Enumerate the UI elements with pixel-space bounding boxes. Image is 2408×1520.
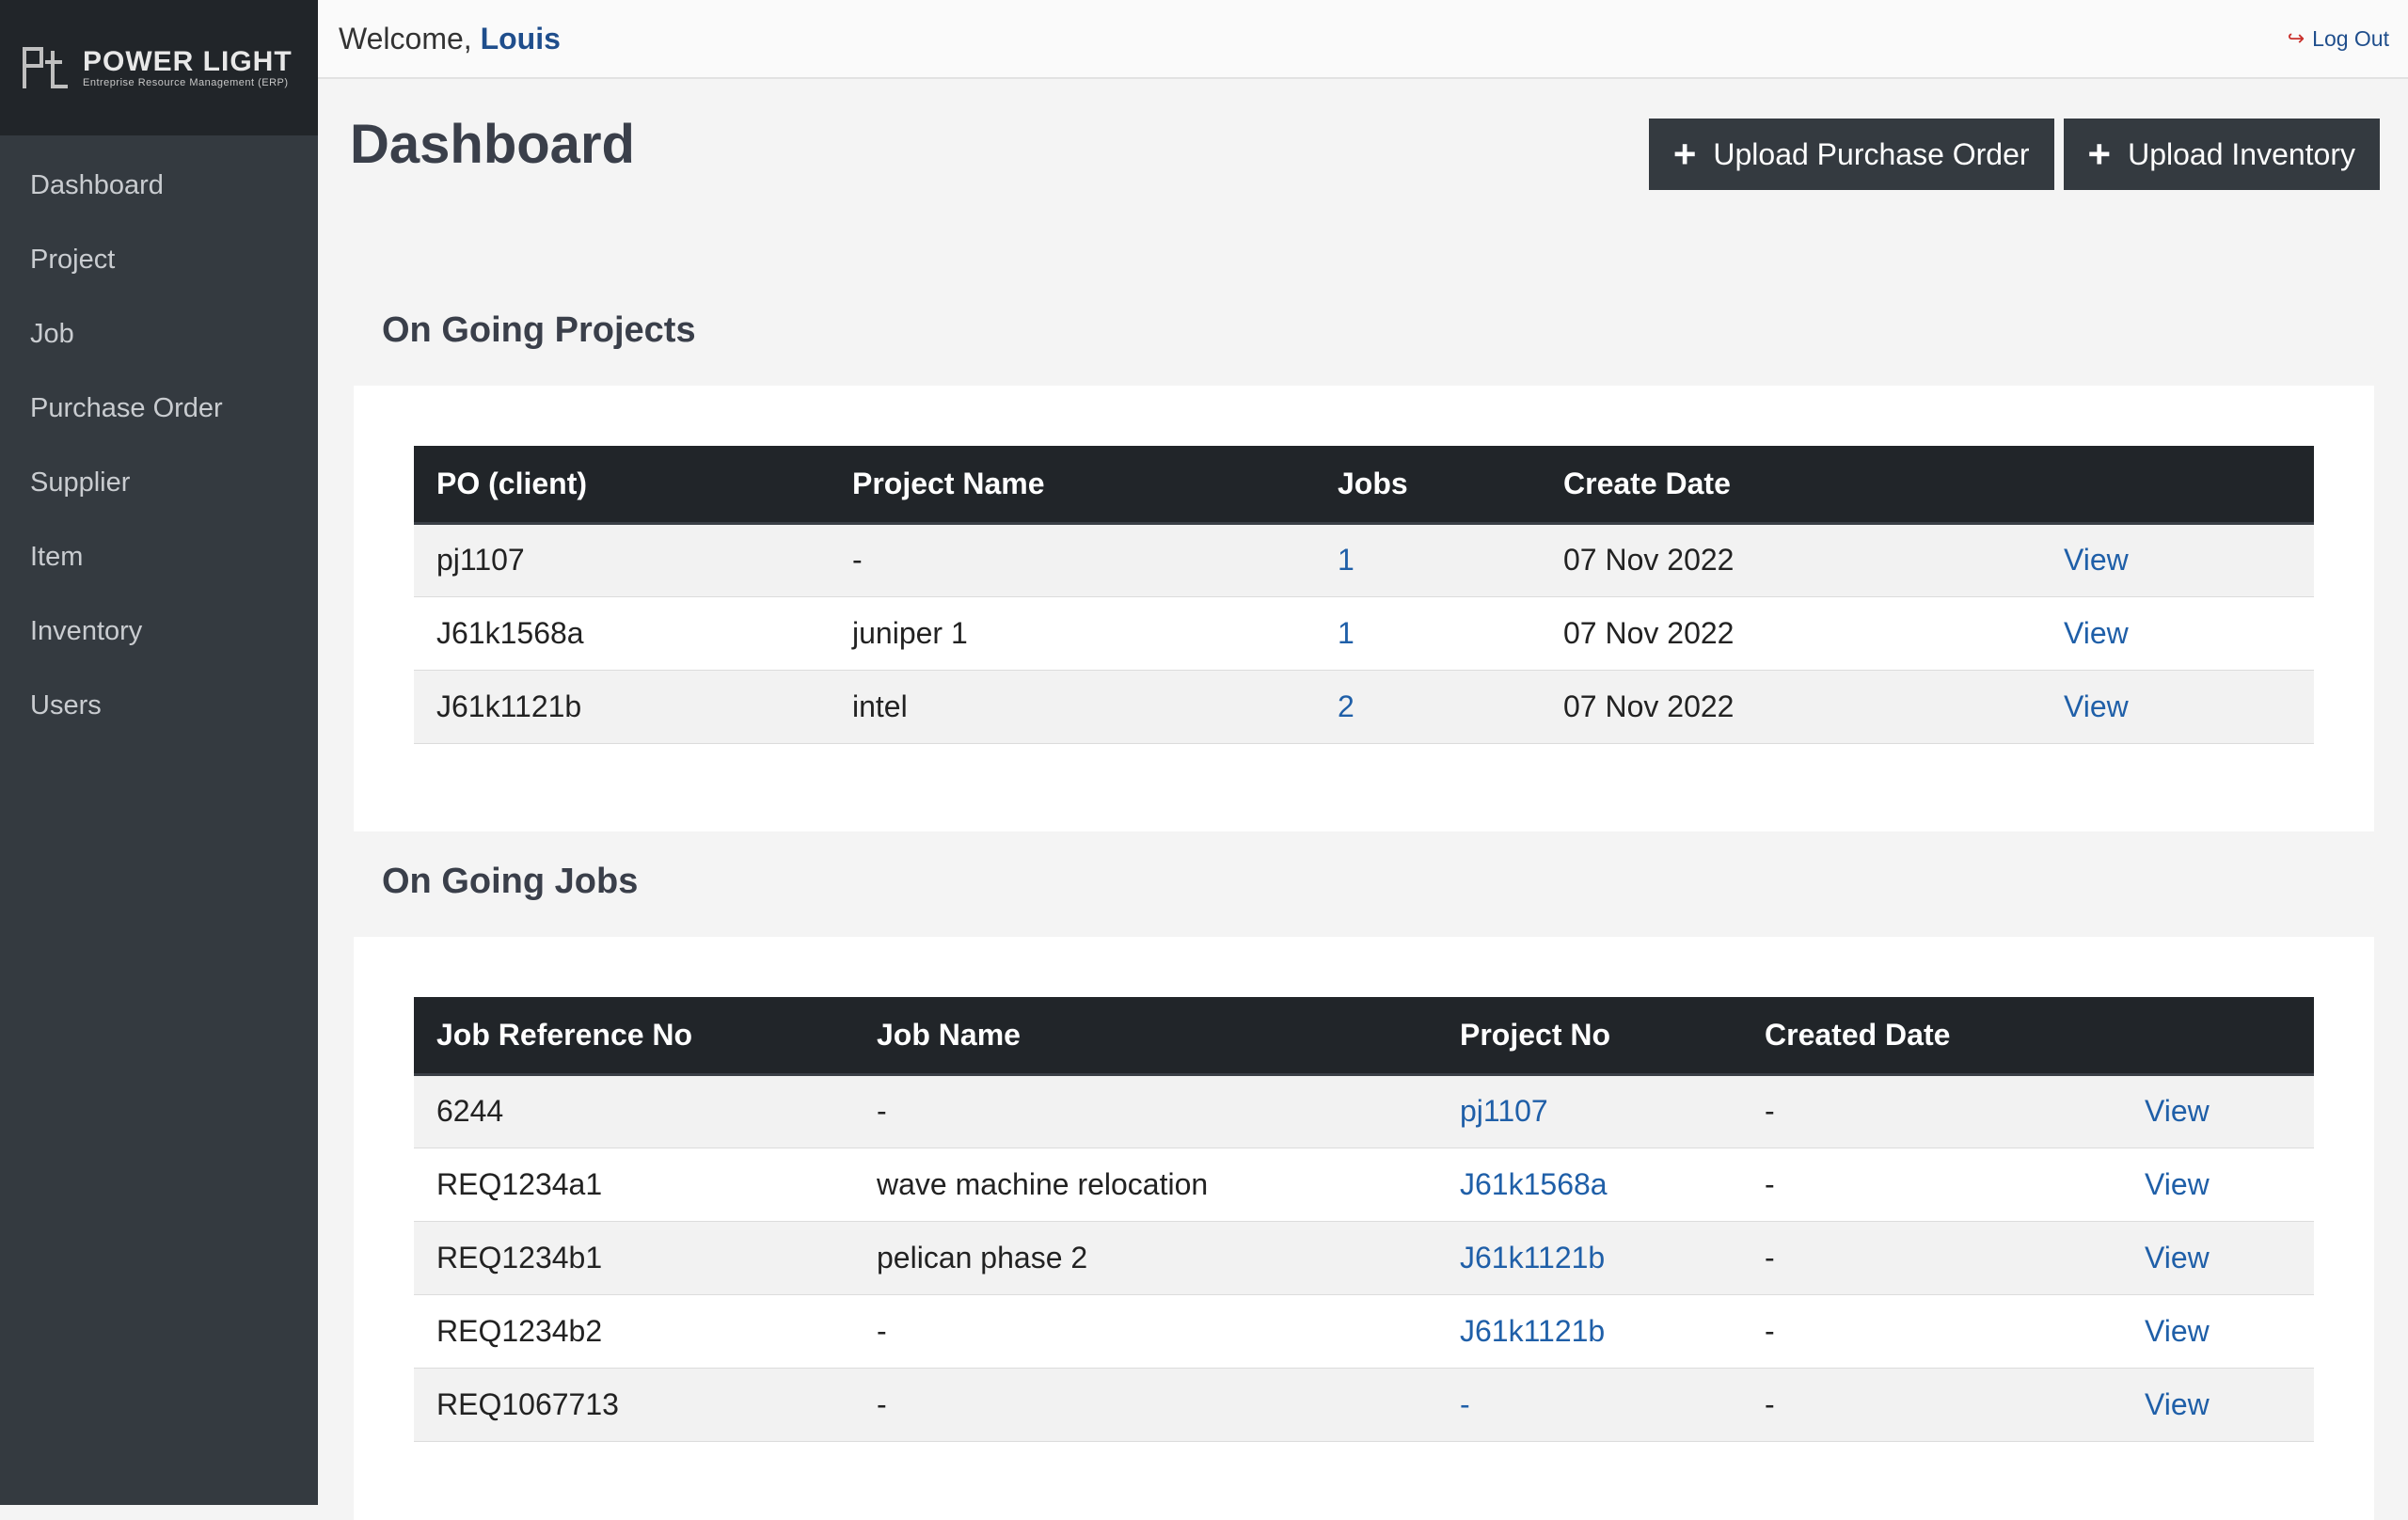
column-header: Project Name xyxy=(830,446,1315,523)
page-actions: + Upload Purchase Order + Upload Invento… xyxy=(1649,119,2380,190)
main-content: Dashboard + Upload Purchase Order + Uplo… xyxy=(318,81,2408,1505)
job-ref-cell: 6244 xyxy=(414,1074,854,1148)
view-link[interactable]: View xyxy=(2122,1221,2314,1294)
page-title: Dashboard xyxy=(350,113,635,176)
jobs-count-link[interactable]: 1 xyxy=(1315,523,1541,596)
project-no-link[interactable]: J61k1121b xyxy=(1437,1221,1742,1294)
table-row: 6244 - pj1107 - View xyxy=(414,1074,2314,1148)
jobs-panel: Job Reference No Job Name Project No Cre… xyxy=(354,937,2374,1520)
table-row: J61k1121b intel 2 07 Nov 2022 View xyxy=(414,670,2314,743)
top-bar: Welcome, Louis ↪ Log Out xyxy=(318,0,2408,79)
table-row: pj1107 - 1 07 Nov 2022 View xyxy=(414,523,2314,596)
brand-subtitle: Entreprise Resource Management (ERP) xyxy=(83,77,293,88)
sign-out-icon: ↪ xyxy=(2288,26,2305,51)
table-row: REQ1067713 - - - View xyxy=(414,1368,2314,1441)
sidebar-item-job[interactable]: Job xyxy=(0,297,318,372)
table-row: REQ1234a1 wave machine relocation J61k15… xyxy=(414,1148,2314,1221)
job-name-cell: - xyxy=(854,1294,1437,1368)
view-link[interactable]: View xyxy=(2041,523,2314,596)
logout-link[interactable]: ↪ Log Out xyxy=(2288,26,2389,52)
projects-section-title: On Going Projects xyxy=(382,310,696,351)
projects-table: PO (client) Project Name Jobs Create Dat… xyxy=(414,446,2314,744)
created-date-cell: - xyxy=(1742,1368,2122,1441)
sidebar-item-dashboard[interactable]: Dashboard xyxy=(0,149,318,223)
sidebar-item-item[interactable]: Item xyxy=(0,520,318,594)
job-ref-cell: REQ1067713 xyxy=(414,1368,854,1441)
brand[interactable]: POWER LIGHT Entreprise Resource Manageme… xyxy=(0,0,318,135)
project-no-link[interactable]: pj1107 xyxy=(1437,1074,1742,1148)
sidebar: POWER LIGHT Entreprise Resource Manageme… xyxy=(0,0,318,1505)
project-name-cell: - xyxy=(830,523,1315,596)
project-name-cell: juniper 1 xyxy=(830,596,1315,670)
po-cell: J61k1568a xyxy=(414,596,830,670)
projects-panel: PO (client) Project Name Jobs Create Dat… xyxy=(354,386,2374,831)
welcome-prefix: Welcome, xyxy=(339,22,481,55)
job-name-cell: wave machine relocation xyxy=(854,1148,1437,1221)
create-date-cell: 07 Nov 2022 xyxy=(1541,523,2041,596)
column-header xyxy=(2041,446,2314,523)
sidebar-item-project[interactable]: Project xyxy=(0,223,318,297)
job-name-cell: - xyxy=(854,1074,1437,1148)
upload-purchase-order-label: Upload Purchase Order xyxy=(1713,137,2029,172)
job-ref-cell: REQ1234a1 xyxy=(414,1148,854,1221)
created-date-cell: - xyxy=(1742,1294,2122,1368)
jobs-count-link[interactable]: 2 xyxy=(1315,670,1541,743)
sidebar-item-inventory[interactable]: Inventory xyxy=(0,594,318,669)
column-header: Job Name xyxy=(854,997,1437,1074)
project-name-cell: intel xyxy=(830,670,1315,743)
created-date-cell: - xyxy=(1742,1074,2122,1148)
job-name-cell: - xyxy=(854,1368,1437,1441)
table-header-row: PO (client) Project Name Jobs Create Dat… xyxy=(414,446,2314,523)
brand-logo-icon xyxy=(21,43,71,92)
table-row: REQ1234b2 - J61k1121b - View xyxy=(414,1294,2314,1368)
view-link[interactable]: View xyxy=(2041,670,2314,743)
create-date-cell: 07 Nov 2022 xyxy=(1541,670,2041,743)
table-header-row: Job Reference No Job Name Project No Cre… xyxy=(414,997,2314,1074)
jobs-count-link[interactable]: 1 xyxy=(1315,596,1541,670)
column-header: Jobs xyxy=(1315,446,1541,523)
column-header: Job Reference No xyxy=(414,997,854,1074)
created-date-cell: - xyxy=(1742,1148,2122,1221)
po-cell: pj1107 xyxy=(414,523,830,596)
table-row: J61k1568a juniper 1 1 07 Nov 2022 View xyxy=(414,596,2314,670)
column-header: PO (client) xyxy=(414,446,830,523)
job-ref-cell: REQ1234b1 xyxy=(414,1221,854,1294)
welcome-message: Welcome, Louis xyxy=(339,22,561,56)
po-cell: J61k1121b xyxy=(414,670,830,743)
created-date-cell: - xyxy=(1742,1221,2122,1294)
view-link[interactable]: View xyxy=(2122,1148,2314,1221)
view-link[interactable]: View xyxy=(2122,1368,2314,1441)
user-name[interactable]: Louis xyxy=(481,22,561,55)
sidebar-item-purchase-order[interactable]: Purchase Order xyxy=(0,372,318,446)
column-header: Project No xyxy=(1437,997,1742,1074)
logout-label: Log Out xyxy=(2312,26,2389,52)
table-row: REQ1234b1 pelican phase 2 J61k1121b - Vi… xyxy=(414,1221,2314,1294)
upload-inventory-label: Upload Inventory xyxy=(2128,137,2355,172)
plus-icon: + xyxy=(2088,135,2112,174)
job-name-cell: pelican phase 2 xyxy=(854,1221,1437,1294)
create-date-cell: 07 Nov 2022 xyxy=(1541,596,2041,670)
plus-icon: + xyxy=(1673,135,1697,174)
jobs-section-title: On Going Jobs xyxy=(382,862,638,902)
sidebar-nav: Dashboard Project Job Purchase Order Sup… xyxy=(0,135,318,743)
jobs-table: Job Reference No Job Name Project No Cre… xyxy=(414,997,2314,1442)
column-header: Create Date xyxy=(1541,446,2041,523)
sidebar-item-users[interactable]: Users xyxy=(0,669,318,743)
column-header xyxy=(2122,997,2314,1074)
job-ref-cell: REQ1234b2 xyxy=(414,1294,854,1368)
view-link[interactable]: View xyxy=(2122,1294,2314,1368)
view-link[interactable]: View xyxy=(2122,1074,2314,1148)
brand-title: POWER LIGHT xyxy=(83,47,293,77)
column-header: Created Date xyxy=(1742,997,2122,1074)
upload-inventory-button[interactable]: + Upload Inventory xyxy=(2064,119,2380,190)
sidebar-item-supplier[interactable]: Supplier xyxy=(0,446,318,520)
upload-purchase-order-button[interactable]: + Upload Purchase Order xyxy=(1649,119,2054,190)
project-no-link[interactable]: J61k1568a xyxy=(1437,1148,1742,1221)
view-link[interactable]: View xyxy=(2041,596,2314,670)
project-no-link[interactable]: - xyxy=(1437,1368,1742,1441)
project-no-link[interactable]: J61k1121b xyxy=(1437,1294,1742,1368)
